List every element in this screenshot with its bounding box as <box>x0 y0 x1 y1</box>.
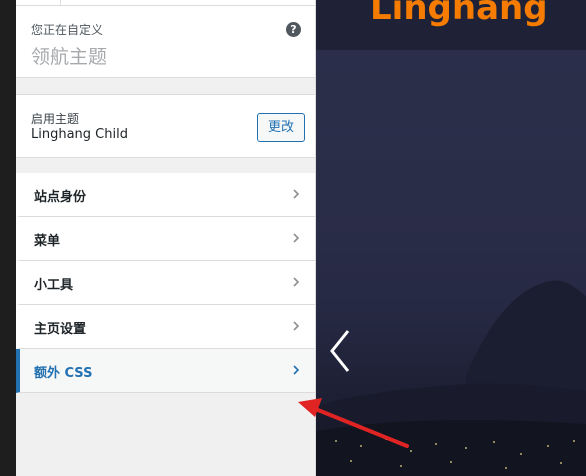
active-theme-panel: 启用主题 Linghang Child 更改 <box>16 94 315 158</box>
change-theme-button[interactable]: 更改 <box>257 113 305 142</box>
section-additional-css[interactable]: 额外 CSS <box>16 349 315 393</box>
site-preview[interactable]: Linghang <box>316 0 586 476</box>
section-homepage-settings[interactable]: 主页设置 <box>16 305 315 349</box>
section-label: 站点身份 <box>34 190 87 205</box>
chevron-right-icon <box>293 321 300 331</box>
chevron-right-icon <box>293 233 300 243</box>
section-widgets[interactable]: 小工具 <box>16 261 315 305</box>
section-menus[interactable]: 菜单 <box>16 217 315 261</box>
active-theme-name: Linghang Child <box>31 127 128 142</box>
chevron-right-icon <box>293 365 300 375</box>
customize-info-panel: 您正在自定义 领航主题 ? <box>16 6 315 78</box>
chevron-right-icon <box>293 189 300 199</box>
customizer-sections-list: 站点身份 菜单 小工具 主页设置 额外 CSS <box>16 173 315 393</box>
preview-header: Linghang <box>316 0 586 50</box>
customizing-site-title: 领航主题 <box>31 46 108 68</box>
section-label: 小工具 <box>34 278 74 293</box>
background-landscape <box>316 280 586 476</box>
customizing-label: 您正在自定义 <box>31 23 104 37</box>
slider-previous-arrow-icon[interactable] <box>326 328 356 374</box>
customizer-sidebar: 您正在自定义 领航主题 ? 启用主题 Linghang Child 更改 站点身… <box>16 0 316 476</box>
left-edge-panel <box>0 0 16 476</box>
active-theme-label: 启用主题 <box>31 112 80 126</box>
help-icon[interactable]: ? <box>286 22 301 37</box>
chevron-right-icon <box>293 277 300 287</box>
section-site-identity[interactable]: 站点身份 <box>16 173 315 217</box>
section-label: 主页设置 <box>34 322 87 337</box>
site-logo[interactable]: Linghang <box>370 0 548 28</box>
section-label: 菜单 <box>34 234 61 249</box>
section-label: 额外 CSS <box>34 366 93 381</box>
